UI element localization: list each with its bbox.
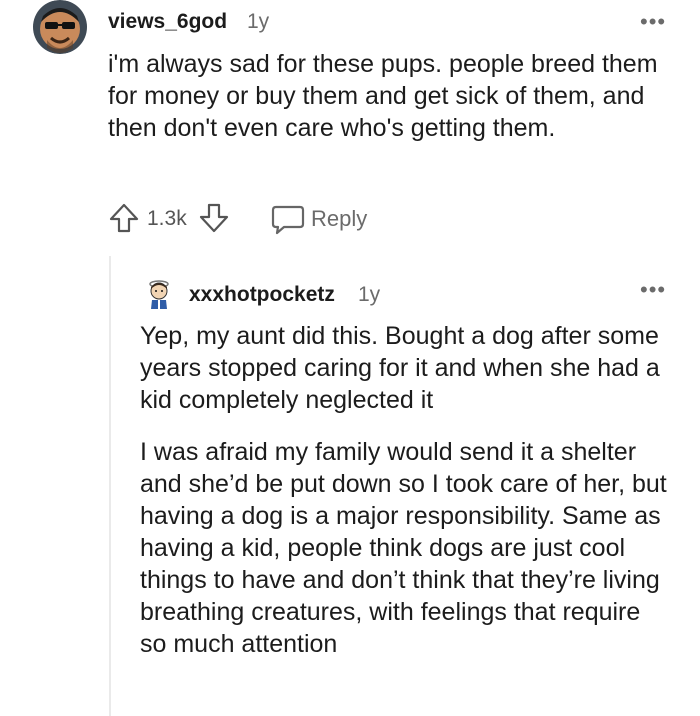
comment-body: i'm always sad for these pups. people br…: [108, 50, 658, 142]
downvote-arrow-icon[interactable]: [198, 202, 230, 234]
thread-line[interactable]: [109, 256, 111, 716]
more-options-icon[interactable]: •••: [640, 279, 666, 301]
reply-age: 1y: [358, 283, 381, 306]
more-options-icon[interactable]: •••: [640, 11, 666, 33]
avatar[interactable]: [31, 0, 89, 54]
vote-count: 1.3k: [147, 207, 187, 230]
reply-paragraph: Yep, my aunt did this. Bought a dog afte…: [140, 322, 660, 414]
reply-button[interactable]: Reply: [311, 206, 367, 232]
reply-username[interactable]: xxxhotpocketz: [189, 283, 335, 307]
reply-paragraph: I was afraid my family would send it a s…: [140, 438, 667, 658]
speech-bubble-icon[interactable]: [270, 203, 306, 235]
comment-username[interactable]: views_6god: [108, 10, 227, 34]
upvote-arrow-icon[interactable]: [108, 202, 140, 234]
avatar[interactable]: [143, 275, 175, 311]
comment-age: 1y: [247, 10, 270, 33]
